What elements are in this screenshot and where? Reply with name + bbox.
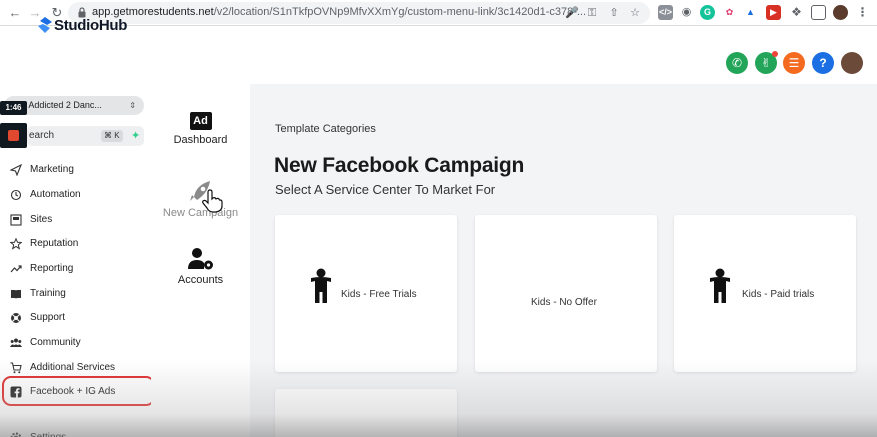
ads-menu: Ad Dashboard New Campaign Accounts: [151, 84, 250, 437]
card-label: Kids - Free Trials: [341, 289, 417, 300]
stop-recording-button[interactable]: [0, 123, 27, 148]
sidebar-item-additional-services[interactable]: Additional Services: [10, 359, 150, 377]
menu-item-new-campaign[interactable]: New Campaign: [151, 179, 250, 219]
lifebuoy-icon: [11, 313, 21, 323]
sidebar-item-label: Sites: [30, 214, 53, 225]
category-card-partial[interactable]: [275, 389, 457, 437]
breadcrumb: Template Categories: [275, 123, 376, 135]
category-card-free-trials[interactable]: Kids - Free Trials: [275, 215, 457, 372]
help-button[interactable]: ?: [812, 52, 834, 74]
puzzle-extensions-icon[interactable]: ❖: [789, 5, 804, 20]
sidebar-item-training[interactable]: Training: [10, 285, 150, 303]
search-placeholder: earch: [29, 130, 55, 141]
drive-extension-icon[interactable]: ▲: [743, 5, 758, 20]
sidebar-item-label: Settings: [30, 429, 66, 437]
highlight-annotation: [2, 376, 155, 406]
location-name: | Addicted 2 Danc...: [24, 100, 102, 110]
url-path: /v2/location/S1nTkfpOVNp9MfvXXmYg/custom…: [213, 6, 587, 18]
list-icon: ☰: [788, 56, 800, 70]
child-icon: [311, 268, 331, 303]
megaphone-icon: ✌: [760, 56, 772, 70]
gear-icon: [10, 432, 22, 437]
tasks-button[interactable]: ☰: [783, 52, 805, 74]
color-extension-icon[interactable]: ✿: [722, 5, 737, 20]
stop-icon: [8, 130, 19, 141]
sidebar: | Addicted 2 Danc... ⇕ 1:46 earch ⌘ K ✦ …: [0, 84, 155, 437]
sidebar-item-label: Reputation: [30, 238, 79, 249]
ad-icon: Ad: [189, 112, 212, 130]
page-title: New Facebook Campaign: [274, 154, 525, 177]
studiohub-logo-icon: [38, 17, 52, 33]
child-icon: [710, 268, 730, 303]
bookmark-star-icon[interactable]: ☆: [627, 5, 643, 21]
menu-item-dashboard[interactable]: Ad Dashboard: [151, 112, 250, 146]
menu-item-label: Accounts: [177, 274, 224, 286]
book-icon: [11, 290, 21, 299]
sidebar-item-marketing[interactable]: Marketing: [10, 161, 150, 179]
back-arrow-icon[interactable]: ←: [6, 4, 24, 22]
shortcut-badge: ⌘ K: [101, 130, 123, 142]
hand-cursor-icon: [202, 189, 223, 213]
grammarly-extension-icon[interactable]: G: [700, 5, 715, 20]
page-subtitle: Select A Service Center To Market For: [275, 182, 496, 197]
main-content: Template Categories New Facebook Campaig…: [250, 84, 877, 437]
code-extension-icon[interactable]: </>: [658, 5, 673, 20]
sidebar-item-label: Automation: [30, 189, 81, 200]
profile-avatar-icon[interactable]: [833, 5, 848, 20]
sidebar-item-automation[interactable]: Automation: [10, 186, 150, 204]
cart-icon: [10, 362, 22, 374]
sidebar-item-community[interactable]: Community: [10, 334, 150, 352]
card-label: Kids - Paid trials: [742, 289, 815, 300]
announcements-button[interactable]: ✌: [755, 51, 778, 74]
sidebar-item-label: Training: [30, 288, 66, 299]
sidebar-item-label: Marketing: [30, 164, 74, 175]
camera-extension-icon[interactable]: ◉: [679, 5, 694, 20]
kebab-menu-icon[interactable]: ⋮: [855, 5, 870, 20]
user-settings-icon: [187, 248, 213, 270]
ai-sparkle-icon[interactable]: ✦: [131, 126, 140, 146]
sidebar-item-label: Community: [30, 337, 81, 348]
send-icon: [10, 164, 22, 176]
sidebar-item-label: Additional Services: [30, 362, 116, 373]
star-icon: [10, 238, 22, 250]
phone-icon: ✆: [731, 56, 743, 70]
sidebar-item-reputation[interactable]: Reputation: [10, 235, 150, 253]
video-extension-icon[interactable]: ▶: [766, 5, 781, 20]
card-label: Kids - No Offer: [531, 297, 597, 308]
recording-timer: 1:46: [0, 101, 27, 115]
category-card-paid-trials[interactable]: Kids - Paid trials: [674, 215, 856, 372]
sidebar-item-reporting[interactable]: Reporting: [10, 260, 150, 278]
sidepanel-icon[interactable]: [811, 5, 826, 20]
phone-button[interactable]: ✆: [726, 52, 748, 74]
url-text: app.getmorestudents.net/v2/location/S1nT…: [92, 6, 586, 18]
search-input[interactable]: earch ⌘ K ✦: [27, 126, 144, 146]
help-icon: ?: [819, 56, 827, 70]
user-avatar[interactable]: [841, 52, 863, 74]
logo-text: StudioHub: [54, 17, 128, 34]
microphone-icon[interactable]: 🎤: [564, 5, 580, 21]
sidebar-item-settings[interactable]: Settings: [10, 429, 150, 437]
automation-icon: [10, 189, 22, 201]
share-icon[interactable]: ⇧: [606, 5, 622, 21]
sidebar-item-sites[interactable]: Sites: [10, 211, 150, 229]
key-icon[interactable]: ⚿: [584, 5, 600, 21]
sidebar-item-support[interactable]: Support: [10, 309, 150, 327]
sidebar-item-label: Support: [30, 312, 66, 323]
sidebar-item-label: Reporting: [30, 263, 74, 274]
people-icon: [10, 338, 22, 347]
browser-toolbar: ← → ↻ app.getmorestudents.net/v2/locatio…: [0, 0, 877, 26]
menu-item-accounts[interactable]: Accounts: [151, 247, 250, 286]
sites-icon: [10, 214, 22, 226]
address-bar[interactable]: app.getmorestudents.net/v2/location/S1nT…: [68, 2, 650, 24]
chevron-updown-icon: ⇕: [129, 101, 136, 110]
trend-icon: [10, 265, 22, 273]
notification-dot: [772, 51, 778, 57]
category-card-no-offer[interactable]: Kids - No Offer: [475, 215, 657, 372]
menu-item-label: Dashboard: [173, 134, 228, 146]
